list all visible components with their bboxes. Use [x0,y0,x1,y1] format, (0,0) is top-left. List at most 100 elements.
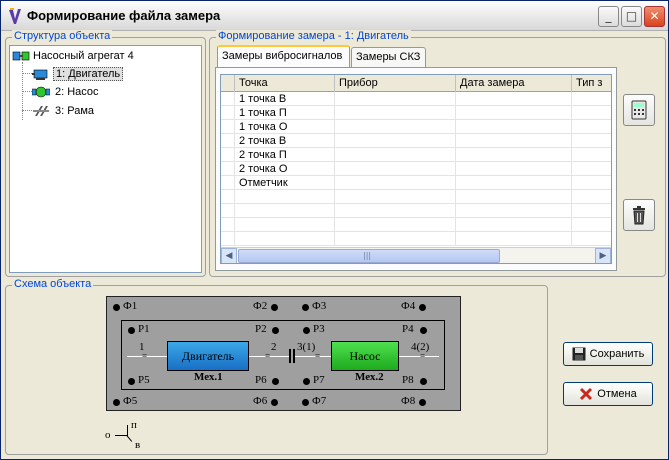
frame-icon [33,106,49,116]
save-button[interactable]: Сохранить [563,342,653,366]
table-row[interactable]: 2 точка П [221,148,611,162]
table-row[interactable] [221,204,611,218]
label-f6: Ф6 [253,395,268,407]
legend-v: в [135,439,141,451]
pump-icon [32,86,50,98]
cell-device [335,120,456,134]
cell-type [572,148,611,162]
scroll-right-button[interactable]: ▶ [595,248,611,263]
sensor-dot[interactable] [302,304,309,311]
main-window: Формирование файла замера _ □ ✕ Структур… [0,0,669,460]
table-row[interactable]: 1 точка О [221,120,611,134]
col-date[interactable]: Дата замера [456,75,572,92]
calculate-button[interactable] [623,94,655,126]
measurement-group: Формирование замера - 1: Двигатель Замер… [209,30,666,277]
tree-item-motor-label: 1: Двигатель [53,67,124,81]
sensor-dot[interactable] [271,399,278,406]
structure-group: Структура объекта Насосный агрегат 4 1: … [5,30,206,277]
tab-vibration-label: Замеры вибросигналов [222,50,343,62]
sensor-dot[interactable] [272,378,279,385]
cell-point: 2 точка В [235,134,335,148]
horizontal-scrollbar[interactable]: ◀ ||| ▶ [221,247,611,263]
cell-type [572,134,611,148]
unit-icon [12,51,30,61]
label-p6: P6 [255,374,267,386]
cell-type [572,176,611,190]
col-type[interactable]: Тип з [572,75,611,92]
table-row[interactable]: 2 точка О [221,162,611,176]
cell-date [456,120,572,134]
sensor-dot[interactable] [419,304,426,311]
close-button[interactable]: ✕ [644,6,665,27]
label-f7: Ф7 [312,395,327,407]
motor-caption: Мех.1 [194,371,223,383]
cell-device [335,162,456,176]
sensor-dot[interactable] [113,399,120,406]
label-f3: Ф3 [312,300,327,312]
pump-block[interactable]: Насос [331,341,399,371]
maximize-button[interactable]: □ [621,6,642,27]
cell-type [572,92,611,106]
tab-vibration[interactable]: Замеры вибросигналов [217,45,350,67]
sensor-dot[interactable] [420,378,427,385]
grid-header: Точка Прибор Дата замера Тип з [221,75,611,92]
table-row[interactable]: 1 точка П [221,106,611,120]
sensor-dot[interactable] [303,378,310,385]
table-row[interactable] [221,218,611,232]
cell-point: 1 точка П [235,106,335,120]
table-row[interactable] [221,190,611,204]
sensor-dot[interactable] [113,304,120,311]
cell-type [572,162,611,176]
scroll-thumb[interactable]: ||| [238,249,500,263]
table-row[interactable]: 1 точка В [221,92,611,106]
table-row[interactable] [221,232,611,246]
scroll-left-button[interactable]: ◀ [221,248,237,263]
table-row[interactable]: 2 точка В [221,134,611,148]
delete-button[interactable] [623,199,655,231]
sensor-dot[interactable] [128,378,135,385]
cancel-button[interactable]: Отмена [563,382,653,406]
tab-skz[interactable]: Замеры СКЗ [351,47,426,67]
sensor-dot[interactable] [271,304,278,311]
tree-item-pump[interactable]: 2: Насос [32,84,99,100]
table-row[interactable]: Отметчик [221,176,611,190]
tree-root[interactable]: Насосный агрегат 4 [12,48,134,64]
structure-group-label: Структура объекта [12,30,113,42]
label-f4: Ф4 [401,300,416,312]
cell-device [335,148,456,162]
legend-o: о [105,429,111,441]
measurement-grid[interactable]: Точка Прибор Дата замера Тип з 1 точка В… [220,74,612,264]
tree-root-label: Насосный агрегат 4 [33,50,134,62]
label-p3: P3 [313,323,325,335]
cell-date [456,106,572,120]
cell-date [456,148,572,162]
grip-icon: ||| [363,251,372,260]
minimize-button[interactable]: _ [598,6,619,27]
sensor-dot[interactable] [419,399,426,406]
motor-block[interactable]: Двигатель [167,341,249,371]
sensor-dot[interactable] [420,327,427,334]
pump-name: Насос [349,349,381,363]
cell-device [335,106,456,120]
object-schema: Ф1 Ф2 Ф3 Ф4 P1 P2 P3 P4 1 = Двигатель Ме… [106,296,461,411]
measurement-group-label: Формирование замера - 1: Двигатель [216,30,411,42]
object-tree[interactable]: Насосный агрегат 4 1: Двигатель 2: Насос [9,45,202,273]
trash-icon [633,206,645,225]
tab-skz-label: Замеры СКЗ [356,51,421,63]
tree-item-motor[interactable]: 1: Двигатель [32,66,124,82]
pump-caption: Мех.2 [355,371,384,383]
col-device[interactable]: Прибор [335,75,456,92]
title-bar[interactable]: Формирование файла замера _ □ ✕ [1,1,668,31]
sensor-dot[interactable] [303,327,310,334]
col-point[interactable]: Точка [235,75,335,92]
sensor-dot[interactable] [128,327,135,334]
sensor-dot[interactable] [272,327,279,334]
cancel-icon [580,387,593,401]
save-button-label: Сохранить [589,348,645,360]
sensor-dot[interactable] [302,399,309,406]
cell-date [456,134,572,148]
cell-point: 1 точка В [235,92,335,106]
tree-item-frame[interactable]: 3: Рама [32,103,94,119]
cell-point: Отметчик [235,176,335,190]
tree-item-pump-label: 2: Насос [55,86,99,98]
